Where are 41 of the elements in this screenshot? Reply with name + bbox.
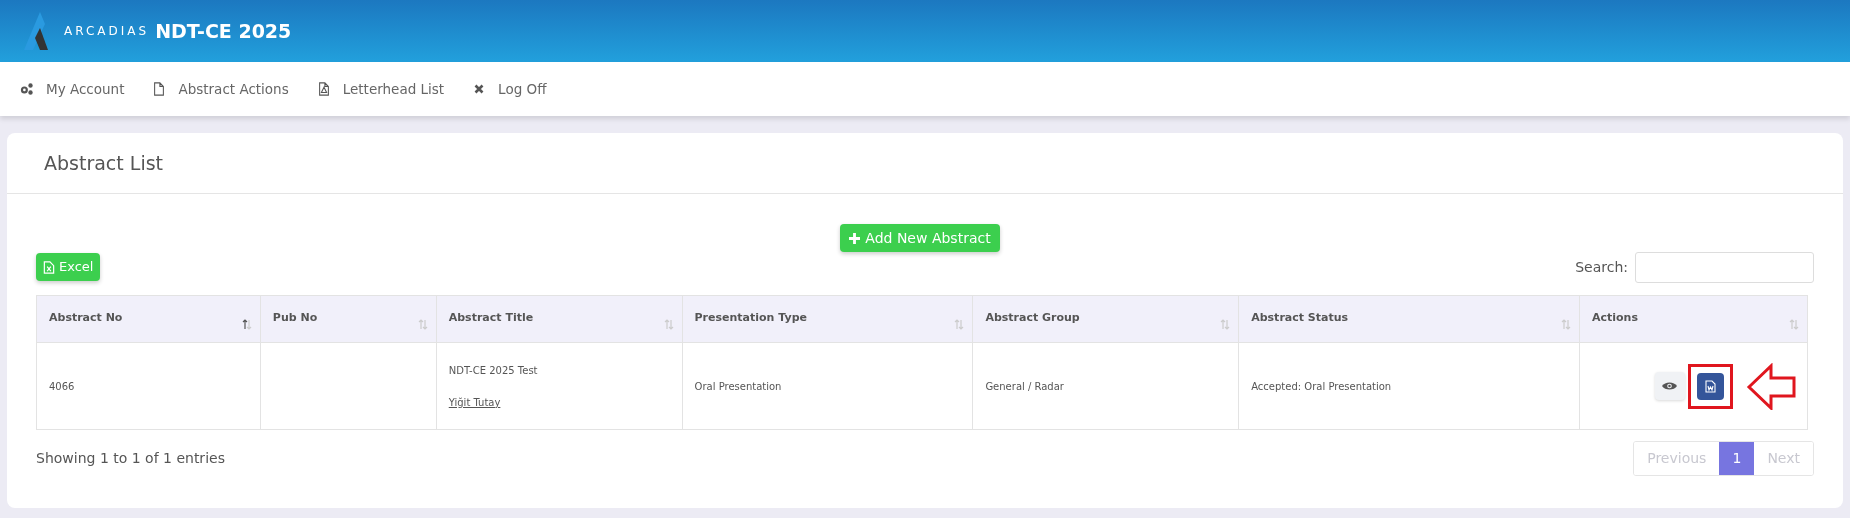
search-field[interactable] xyxy=(1635,252,1814,283)
arrow-icon xyxy=(1745,362,1796,410)
search-label: Search: xyxy=(1575,258,1628,277)
table-cell: 4066 xyxy=(49,380,75,392)
nav-link[interactable]: Letterhead List xyxy=(316,78,445,100)
page-button[interactable]: 1 xyxy=(1719,442,1755,475)
plus-icon xyxy=(849,232,861,244)
table-cell: Oral Presentation xyxy=(694,380,782,392)
sort-icon xyxy=(1220,319,1231,330)
column-header[interactable]: Abstract Status xyxy=(1238,295,1580,343)
column-header[interactable]: Abstract No xyxy=(36,295,261,343)
sort-icon xyxy=(417,319,428,330)
column-header[interactable]: Pub No xyxy=(260,295,437,343)
sort-icon xyxy=(954,319,965,330)
column-header[interactable]: Abstract Group xyxy=(972,295,1239,343)
table-cell: General / Radar xyxy=(985,380,1064,392)
word-download-button[interactable] xyxy=(1696,372,1724,400)
app-title: NDT-CE 2025 xyxy=(155,18,292,44)
logo-text: ARCADIAS xyxy=(64,23,150,40)
sort-icon xyxy=(1789,319,1799,330)
pdf-file-icon xyxy=(316,82,331,96)
nav-link[interactable]: Log Off xyxy=(472,78,547,100)
view-button[interactable] xyxy=(1654,372,1685,400)
abstract-title: NDT-CE 2025 Test xyxy=(448,363,538,378)
sort-icon xyxy=(663,319,674,330)
gears-icon xyxy=(20,82,34,96)
eye-icon xyxy=(1662,381,1678,391)
file-icon xyxy=(152,82,167,96)
card-title: Abstract List xyxy=(44,150,163,176)
entries-info: Showing 1 to 1 of 1 entries xyxy=(36,449,225,468)
nav-link[interactable]: My Account xyxy=(20,78,125,100)
column-header[interactable]: Actions xyxy=(1579,295,1808,343)
table-cell: Accepted: Oral Presentation xyxy=(1251,380,1392,392)
column-header[interactable]: Presentation Type xyxy=(682,295,973,343)
excel-file-icon xyxy=(43,260,55,274)
sort-icon xyxy=(1560,319,1571,330)
column-header[interactable]: Abstract Title xyxy=(436,295,683,343)
sort-icon xyxy=(241,319,252,330)
author-link[interactable]: Yiğit Tutay xyxy=(448,394,501,410)
nav-link[interactable]: Abstract Actions xyxy=(152,78,289,100)
word-file-icon xyxy=(1704,379,1716,393)
